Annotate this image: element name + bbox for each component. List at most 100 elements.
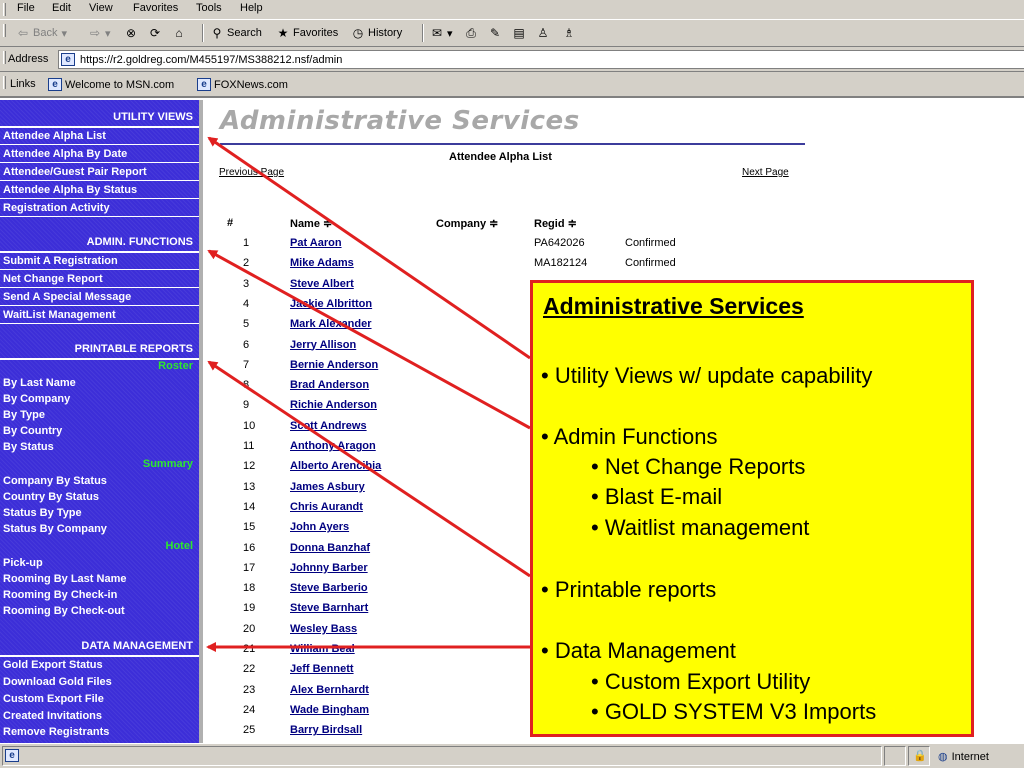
row-number: 10 (243, 419, 256, 432)
row-number: 8 (243, 379, 250, 392)
attendee-name-link[interactable]: Richie Anderson (290, 399, 377, 411)
sidebar-item-status-by-type[interactable]: Status By Type (0, 505, 199, 521)
sidebar-item-company-by-status[interactable]: Company By Status (0, 473, 199, 489)
attendee-name-link[interactable]: Steve Barberio (290, 582, 368, 594)
sidebar-item-gold-export-status[interactable]: Gold Export Status (0, 657, 199, 673)
sidebar-item-attendee-alpha-by-status[interactable]: Attendee Alpha By Status (0, 182, 199, 199)
sidebar-item-roster-last-name[interactable]: By Last Name (0, 375, 199, 391)
attendee-name-link[interactable]: John Ayers (290, 521, 349, 533)
sidebar-item-roster-company[interactable]: By Company (0, 391, 199, 407)
sidebar-item-waitlist-management[interactable]: WaitList Management (0, 307, 199, 324)
attendee-name-link[interactable]: Brad Anderson (290, 379, 369, 391)
search-button[interactable]: ⚲ Search (210, 26, 262, 40)
attendee-name-link[interactable]: James Asbury (290, 481, 365, 493)
edit-page-button[interactable]: ✎ (488, 26, 505, 40)
attendee-name-link[interactable]: Mark Alexander (290, 318, 372, 330)
next-page-link[interactable]: Next Page (742, 167, 789, 178)
mail-icon: ✉ (431, 26, 443, 40)
menu-view[interactable]: View (89, 2, 113, 14)
attendee-name-link[interactable]: Wade Bingham (290, 704, 369, 716)
address-url: https://r2.goldreg.com/M455197/MS388212.… (80, 53, 343, 66)
stop-button[interactable]: ⊗ (124, 26, 141, 40)
favorites-icon: ★ (277, 26, 289, 40)
sidebar-item-registration-activity[interactable]: Registration Activity (0, 200, 199, 217)
attendee-name-link[interactable]: Jerry Allison (290, 339, 356, 351)
sidebar-item-special-message[interactable]: Send A Special Message (0, 289, 199, 306)
attendee-name-link[interactable]: William Beal (290, 643, 355, 655)
browser-chrome: File Edit View Favorites Tools Help ⇦ Ba… (0, 0, 1024, 98)
attendee-name-link[interactable]: Steve Barnhart (290, 602, 368, 614)
attendee-name-link[interactable]: Donna Banzhaf (290, 542, 370, 554)
callout-line: • Utility Views w/ update capability (541, 363, 873, 388)
sidebar-item-attendee-alpha-by-date[interactable]: Attendee Alpha By Date (0, 146, 199, 163)
history-button[interactable]: ◷ History (351, 26, 402, 40)
column-header-company[interactable]: Company ≑ (436, 217, 498, 230)
row-number: 2 (243, 257, 250, 270)
address-input[interactable]: e https://r2.goldreg.com/M455197/MS38821… (58, 50, 1024, 69)
sidebar-item-roster-country[interactable]: By Country (0, 423, 199, 439)
attendee-name-link[interactable]: Pat Aaron (290, 237, 342, 249)
attendee-name-link[interactable]: Johnny Barber (290, 562, 368, 574)
attendee-name-link[interactable]: Alberto Arencibia (290, 460, 381, 472)
sidebar-item-custom-export-file[interactable]: Custom Export File (0, 691, 199, 707)
forward-button[interactable]: ⇨ ▾ (88, 26, 111, 40)
attendee-name-link[interactable]: Jackie Albritton (290, 298, 372, 310)
admin-sidebar: UTILITY VIEWS Attendee Alpha List Attend… (0, 100, 203, 743)
attendee-name-link[interactable]: Jeff Bennett (290, 663, 354, 675)
sidebar-item-roster-status[interactable]: By Status (0, 439, 199, 455)
attendee-name-link[interactable]: Alex Bernhardt (290, 684, 369, 696)
sidebar-item-attendee-guest-pair[interactable]: Attendee/Guest Pair Report (0, 164, 199, 181)
research-button[interactable]: ♗ (562, 26, 579, 40)
column-header-regid[interactable]: Regid ≑ (534, 217, 577, 230)
sidebar-item-submit-registration[interactable]: Submit A Registration (0, 253, 199, 270)
back-button[interactable]: ⇦ Back ▾ (16, 26, 67, 40)
mail-button[interactable]: ✉ ▾ (430, 26, 453, 40)
discuss-button[interactable]: ▤ (512, 26, 529, 40)
column-header-name[interactable]: Name ≑ (290, 217, 332, 230)
attendee-name-link[interactable]: Mike Adams (290, 257, 354, 269)
row-number: 15 (243, 521, 256, 534)
print-button[interactable]: ⎙ (464, 26, 481, 40)
sidebar-item-rooming-check-in[interactable]: Rooming By Check-in (0, 587, 199, 603)
sidebar-item-roster-type[interactable]: By Type (0, 407, 199, 423)
status-panel: e (2, 746, 882, 766)
home-button[interactable]: ⌂ (172, 26, 189, 40)
status-panel: 🔒 (908, 746, 930, 766)
menu-tools[interactable]: Tools (196, 2, 222, 14)
sidebar-item-rooming-last-name[interactable]: Rooming By Last Name (0, 571, 199, 587)
attendee-name-link[interactable]: Steve Albert (290, 278, 354, 290)
title-rule (220, 143, 805, 145)
sidebar-item-status-by-company[interactable]: Status By Company (0, 521, 199, 537)
sidebar-item-pick-up[interactable]: Pick-up (0, 555, 199, 571)
sidebar-item-remove-registrants[interactable]: Remove Registrants (0, 724, 199, 740)
attendee-name-link[interactable]: Barry Birdsall (290, 724, 362, 736)
link-msn[interactable]: e Welcome to MSN.com (48, 78, 174, 91)
previous-page-link[interactable]: Previous Page (219, 167, 284, 178)
menu-favorites[interactable]: Favorites (133, 2, 178, 14)
sidebar-item-country-by-status[interactable]: Country By Status (0, 489, 199, 505)
menu-file[interactable]: File (17, 2, 35, 14)
link-label: FOXNews.com (214, 78, 288, 91)
favorites-label: Favorites (293, 27, 339, 39)
menu-edit[interactable]: Edit (52, 2, 71, 14)
attendee-name-link[interactable]: Bernie Anderson (290, 359, 378, 371)
sidebar-item-attendee-alpha-list[interactable]: Attendee Alpha List (0, 128, 199, 145)
attendee-name-link[interactable]: Scott Andrews (290, 420, 367, 432)
messenger-button[interactable]: ♙ (536, 26, 553, 40)
menu-help[interactable]: Help (240, 2, 263, 14)
sidebar-item-download-gold-files[interactable]: Download Gold Files (0, 674, 199, 690)
discuss-icon: ▤ (513, 26, 525, 40)
attendee-name-link[interactable]: Wesley Bass (290, 623, 357, 635)
sidebar-item-net-change-report[interactable]: Net Change Report (0, 271, 199, 288)
sidebar-item-rooming-check-out[interactable]: Rooming By Check-out (0, 603, 199, 619)
links-label: Links (10, 78, 36, 90)
callout-line: • Net Change Reports (591, 454, 806, 479)
row-number: 23 (243, 683, 256, 696)
attendee-name-link[interactable]: Chris Aurandt (290, 501, 363, 513)
attendee-name-link[interactable]: Anthony Aragon (290, 440, 376, 452)
refresh-button[interactable]: ⟳ (148, 26, 165, 40)
sidebar-item-created-invitations[interactable]: Created Invitations (0, 708, 199, 724)
zone-label: Internet (951, 750, 989, 763)
link-foxnews[interactable]: e FOXNews.com (197, 78, 288, 91)
favorites-button[interactable]: ★ Favorites (276, 26, 339, 40)
